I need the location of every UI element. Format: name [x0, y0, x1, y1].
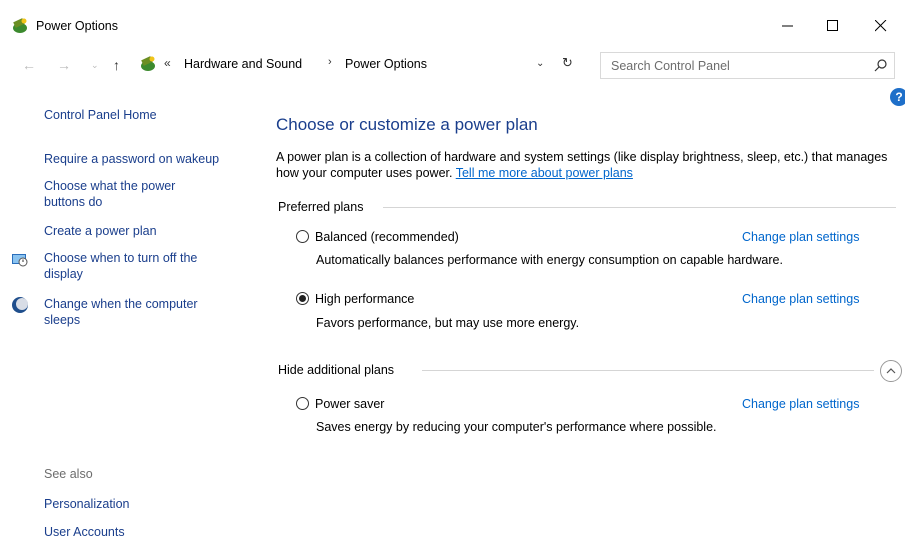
maximize-button[interactable]: [810, 8, 856, 44]
forward-arrow-icon[interactable]: →: [57, 57, 71, 73]
control-panel-icon: [141, 56, 155, 71]
plan-balanced-name[interactable]: Balanced (recommended): [315, 230, 459, 244]
plan-power-saver-name[interactable]: Power saver: [315, 397, 384, 411]
see-also-user-accounts[interactable]: User Accounts: [44, 524, 244, 540]
breadcrumb[interactable]: « Hardware and Sound › Power Options: [138, 52, 590, 78]
sidebar-control-panel-home[interactable]: Control Panel Home: [44, 107, 244, 123]
page-title: Choose or customize a power plan: [276, 115, 538, 134]
overflow-chevron-icon[interactable]: «: [164, 56, 171, 70]
close-icon: [875, 20, 887, 32]
plan-high-performance-name[interactable]: High performance: [315, 292, 414, 306]
search-icon[interactable]: [874, 58, 888, 72]
see-also-label: See also: [44, 467, 93, 481]
tell-me-more-link[interactable]: Tell me more about power plans: [456, 166, 633, 180]
minimize-button[interactable]: [765, 8, 811, 44]
preferred-plans-label: Preferred plans: [278, 200, 364, 214]
sidebar-item-require-password[interactable]: Require a password on wakeup: [44, 151, 244, 167]
crumb-separator-icon[interactable]: ›: [328, 56, 332, 68]
address-dropdown-icon[interactable]: ⌄: [536, 58, 544, 69]
change-plan-settings-high-performance[interactable]: Change plan settings: [742, 292, 859, 306]
page-description: A power plan is a collection of hardware…: [276, 149, 896, 181]
crumb-power-options[interactable]: Power Options: [345, 57, 427, 71]
section-divider: [383, 207, 896, 208]
change-plan-settings-balanced[interactable]: Change plan settings: [742, 230, 859, 244]
power-options-icon: [13, 18, 27, 33]
close-button[interactable]: [858, 8, 904, 44]
back-arrow-icon[interactable]: ←: [22, 57, 36, 73]
see-also-personalization[interactable]: Personalization: [44, 496, 244, 512]
help-icon[interactable]: ?: [890, 88, 905, 106]
chevron-up-icon: [886, 368, 896, 374]
radio-balanced[interactable]: [296, 230, 309, 243]
minimize-icon: [782, 25, 793, 27]
plan-high-performance-desc: Favors performance, but may use more ene…: [316, 316, 580, 330]
plan-balanced-desc: Automatically balances performance with …: [316, 253, 783, 267]
up-arrow-icon[interactable]: ↑: [113, 57, 120, 73]
radio-high-performance[interactable]: [296, 292, 309, 305]
radio-power-saver[interactable]: [296, 397, 309, 410]
refresh-icon[interactable]: ↻: [562, 55, 573, 71]
search-placeholder: Search Control Panel: [611, 59, 730, 73]
window-title: Power Options: [36, 19, 118, 33]
recent-locations-icon[interactable]: ⌄: [91, 60, 99, 71]
sleep-moon-icon: [12, 297, 28, 313]
plan-power-saver-desc: Saves energy by reducing your computer's…: [316, 420, 717, 434]
sidebar-item-turn-off-display[interactable]: Choose when to turn off the display: [44, 250, 234, 282]
section-divider: [422, 370, 874, 371]
collapse-plans-button[interactable]: [880, 360, 902, 382]
sidebar-item-computer-sleeps[interactable]: Change when the computer sleeps: [44, 296, 234, 328]
maximize-icon: [827, 20, 838, 31]
display-icon: [12, 254, 28, 267]
sidebar-item-create-plan[interactable]: Create a power plan: [44, 223, 244, 239]
crumb-hardware-and-sound[interactable]: Hardware and Sound: [184, 57, 302, 71]
search-input[interactable]: Search Control Panel: [600, 52, 895, 79]
hide-additional-plans-label[interactable]: Hide additional plans: [278, 363, 394, 377]
change-plan-settings-power-saver[interactable]: Change plan settings: [742, 397, 859, 411]
title-bar: Power Options: [0, 0, 905, 44]
sidebar-item-power-buttons[interactable]: Choose what the power buttons do: [44, 178, 214, 210]
